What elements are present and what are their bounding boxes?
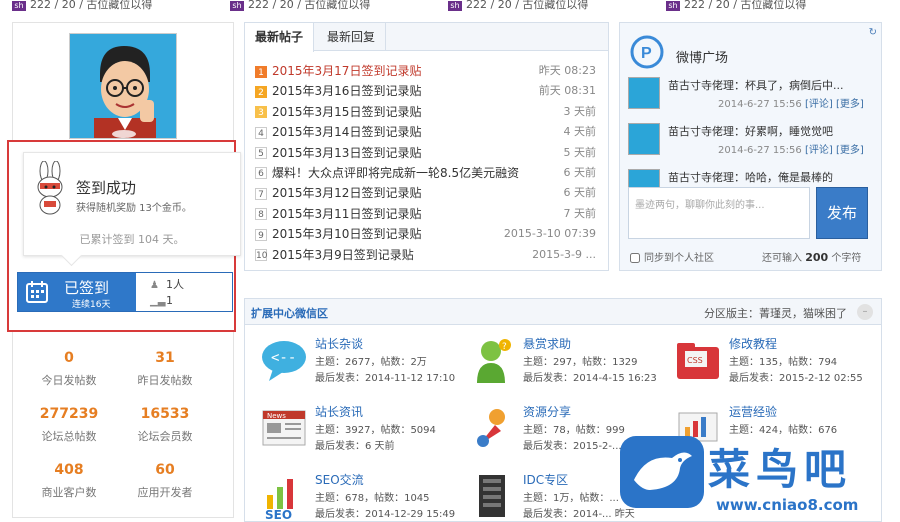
stat-yesterday-posts: 31 昨日发帖数 bbox=[137, 350, 193, 387]
avatar[interactable] bbox=[628, 123, 660, 155]
weibo-title: 微博广场 bbox=[676, 51, 729, 66]
list-item[interactable]: 2 2015年3月16日签到记录贴 前天 08:31 bbox=[255, 81, 600, 101]
forum-board[interactable]: <-- 站长杂谈 主题：2677，帖数：2万 最后发表：2014-11-12 1… bbox=[251, 333, 461, 397]
svg-text:<--: <-- bbox=[271, 350, 296, 366]
bar-chart-icon: ▁▃ bbox=[150, 296, 166, 307]
forum-board[interactable]: CSS 修改教程 主题：135，帖数：794 最后发表：2015-2-12 02… bbox=[665, 333, 875, 397]
post-button[interactable]: 发布 bbox=[816, 187, 868, 239]
stat-members: 16533 论坛会员数 bbox=[137, 406, 193, 443]
more-link[interactable]: [更多] bbox=[836, 99, 864, 110]
signin-success-bubble: 签到成功 获得随机奖励 13个金币。 已累计签到 104 天。 bbox=[23, 152, 241, 256]
weibo-item: 苗古寸寺佬理：杯具了，病倒后中... 2014-6-27 15:56 [评论] … bbox=[628, 75, 876, 121]
announcement-item[interactable]: sh 222 / 20 / 古位藏位以得 bbox=[12, 0, 152, 12]
svg-text:News: News bbox=[267, 412, 286, 420]
avatar-cartoon-icon bbox=[70, 34, 176, 138]
signin-panel: 签到成功 获得随机奖励 13个金币。 已累计签到 104 天。 已签到 连续16… bbox=[7, 140, 241, 332]
forum-board[interactable]: News 站长资讯 主题：3927，帖数：5094 最后发表：6 天前 bbox=[251, 401, 461, 465]
bunny-mascot-icon bbox=[37, 161, 63, 215]
list-item[interactable]: 3 2015年3月15日签到记录贴 3 天前 bbox=[255, 102, 600, 122]
list-item[interactable]: 9 2015年3月10日签到记录贴 2015-3-10 07:39 bbox=[255, 224, 600, 244]
list-item[interactable]: 8 2015年3月11日签到记录贴 7 天前 bbox=[255, 204, 600, 224]
list-item[interactable]: 4 2015年3月14日签到记录贴 4 天前 bbox=[255, 122, 600, 142]
stat-today-posts: 0 今日发帖数 bbox=[41, 350, 97, 387]
posts-tabs: 最新帖子 最新回复 bbox=[245, 23, 608, 52]
person-icon: ♟ bbox=[150, 280, 159, 291]
signin-reward-text: 获得随机奖励 13个金币。 bbox=[76, 203, 192, 214]
posts-list: 1 2015年3月17日签到记录贴 昨天 08:23 2 2015年3月16日签到记录… bbox=[255, 61, 600, 265]
more-link[interactable]: [更多] bbox=[836, 145, 864, 156]
tab-latest-replies[interactable]: 最新回复 bbox=[317, 23, 387, 51]
char-counter: 还可输入 200 个字符 bbox=[762, 251, 862, 264]
list-item[interactable]: 6 爆料！大众点评即将完成新一轮8.5亿美元融资 6 天前 bbox=[255, 163, 600, 183]
svg-text:P: P bbox=[641, 45, 652, 62]
signin-people-count: ♟ 1人 bbox=[150, 278, 184, 291]
latest-posts-panel: 最新帖子 最新回复 1 2015年3月17日签到记录贴 昨天 08:23 2 2015… bbox=[244, 22, 609, 271]
forum-section-title[interactable]: 扩展中心微信区 bbox=[251, 305, 328, 321]
weibo-item-text[interactable]: 苗古寸寺佬理：好累啊，睡觉觉吧 bbox=[668, 123, 833, 139]
signed-status[interactable]: 已签到 连续16天 bbox=[18, 273, 136, 311]
sync-checkbox[interactable] bbox=[630, 253, 640, 263]
chat-bubble-icon: <-- bbox=[262, 341, 306, 381]
announcement-item[interactable]: sh 222 / 20 / 古位藏位以得 bbox=[448, 0, 588, 12]
refresh-icon[interactable]: ↻ bbox=[869, 27, 877, 38]
weibo-item-text[interactable]: 苗古寸寺佬理：哈哈，俺是最棒的 bbox=[668, 169, 833, 185]
help-person-icon: ? bbox=[477, 339, 511, 383]
signin-streak: 连续16天 bbox=[72, 300, 111, 310]
stat-business-clients: 408 商业客户数 bbox=[41, 462, 97, 499]
watermark-logo: 菜鸟吧 www.cniao8.com bbox=[612, 430, 900, 522]
comment-link[interactable]: [评论] bbox=[805, 145, 833, 156]
sync-option[interactable]: 同步到个人社区 bbox=[630, 249, 714, 264]
signin-success-title: 签到成功 bbox=[76, 179, 137, 197]
top-announcement-strip: sh 222 / 20 / 古位藏位以得 sh 222 / 20 / 古位藏位以得 … bbox=[0, 0, 900, 12]
weibo-item-text[interactable]: 苗古寸寺佬理：杯具了，病倒后中... bbox=[668, 77, 844, 93]
server-rack-icon bbox=[479, 475, 505, 517]
list-item[interactable]: 1 2015年3月17日签到记录贴 昨天 08:23 bbox=[255, 61, 600, 81]
bird-logo-icon bbox=[620, 436, 704, 508]
forum-moderators: 分区版主：菁瑾灵，猫咪困了 bbox=[704, 307, 847, 320]
comment-link[interactable]: [评论] bbox=[805, 99, 833, 110]
signin-button-label: 已签到 bbox=[64, 279, 110, 297]
signin-rank: ▁▃1 bbox=[150, 294, 173, 307]
collapse-icon[interactable]: – bbox=[857, 304, 873, 320]
calendar-icon bbox=[26, 281, 48, 303]
svg-text:SEO: SEO bbox=[265, 508, 292, 519]
weibo-feed: 苗古寸寺佬理：杯具了，病倒后中... 2014-6-27 15:56 [评论] … bbox=[628, 75, 876, 203]
stat-total-posts: 277239 论坛总帖数 bbox=[39, 406, 99, 443]
list-item[interactable]: 7 2015年3月12日签到记录贴 6 天前 bbox=[255, 183, 600, 203]
seo-chart-icon: SEO bbox=[265, 479, 293, 519]
list-item[interactable]: 5 2015年3月13日签到记录贴 5 天前 bbox=[255, 143, 600, 163]
weibo-item-meta: 2014-6-27 15:56 [评论] [更多] bbox=[718, 99, 864, 110]
weibo-item-meta: 2014-6-27 15:56 [评论] [更多] bbox=[718, 145, 864, 156]
share-rocket-icon bbox=[477, 409, 505, 447]
announcement-item[interactable]: sh 222 / 20 / 古位藏位以得 bbox=[666, 0, 806, 12]
signin-button[interactable]: 已签到 连续16天 ♟ 1人 ▁▃1 bbox=[17, 272, 233, 312]
weibo-logo-icon: P bbox=[630, 35, 664, 69]
signin-total-days: 已累计签到 104 天。 bbox=[79, 233, 185, 246]
stat-developers: 60 应用开发者 bbox=[137, 462, 193, 499]
list-item[interactable]: 10 2015年3月9日签到记录贴 2015-3-9 ... bbox=[255, 245, 600, 265]
newspaper-icon: News bbox=[262, 410, 306, 446]
svg-text:CSS: CSS bbox=[687, 356, 703, 365]
avatar[interactable] bbox=[69, 33, 177, 139]
forum-board[interactable]: SEO SEO交流 主题：678，帖数：1045 最后发表：2014-12-29… bbox=[251, 469, 461, 522]
announcement-item[interactable]: sh 222 / 20 / 古位藏位以得 bbox=[230, 0, 370, 12]
weibo-panel: P 微博广场 ↻ 苗古寸寺佬理：杯具了，病倒后中... 2014-6-27 15… bbox=[619, 22, 882, 271]
forum-board[interactable]: ? 悬赏求助 主题：297，帖数：1329 最后发表：2014-4-15 16:… bbox=[459, 333, 669, 397]
signin-stats: ♟ 1人 ▁▃1 bbox=[136, 273, 232, 311]
avatar[interactable] bbox=[628, 77, 660, 109]
weibo-item: 苗古寸寺佬理：好累啊，睡觉觉吧 2014-6-27 15:56 [评论] [更多… bbox=[628, 121, 876, 167]
weibo-input[interactable]: 墨迹两句，聊聊你此刻的事... bbox=[628, 187, 810, 239]
tab-latest-posts[interactable]: 最新帖子 bbox=[245, 23, 315, 52]
forum-header: 扩展中心微信区 分区版主：菁瑾灵，猫咪困了 – bbox=[245, 299, 881, 325]
css-folder-icon: CSS bbox=[677, 343, 719, 379]
svg-text:?: ? bbox=[502, 342, 507, 352]
